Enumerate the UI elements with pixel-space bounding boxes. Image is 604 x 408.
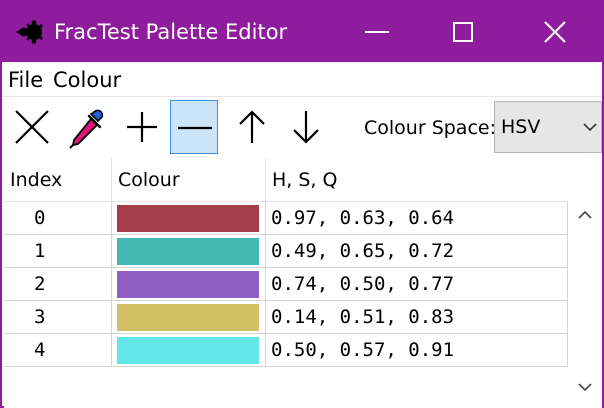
row-index: 4 (4, 334, 112, 367)
colour-space-label: Colour Space: (364, 117, 496, 139)
row-index: 2 (4, 268, 112, 301)
move-down-button[interactable] (282, 100, 330, 154)
plus-icon (127, 112, 157, 142)
close-icon (544, 21, 566, 43)
colour-cell[interactable] (112, 202, 266, 235)
colour-space-select[interactable]: HSV (494, 101, 602, 153)
menu-colour[interactable]: Colour (53, 66, 121, 94)
delete-icon (15, 110, 49, 144)
table-row[interactable]: 3 0.14, 0.51, 0.83 (4, 301, 568, 334)
colour-cell[interactable] (112, 235, 266, 268)
maximize-button[interactable] (418, 2, 508, 62)
colour-values[interactable]: 0.50, 0.57, 0.91 (266, 334, 568, 367)
close-button[interactable] (510, 2, 600, 62)
colour-swatch[interactable] (117, 238, 259, 265)
row-index: 0 (4, 202, 112, 235)
arrow-up-icon (239, 110, 265, 143)
delete-colour-button[interactable] (8, 100, 56, 154)
palette-table: Index Colour H, S, Q 0 0.97, 0.63, 0.64 … (4, 158, 602, 408)
chevron-down-icon[interactable] (578, 382, 592, 392)
table-row[interactable]: 1 0.49, 0.65, 0.72 (4, 235, 568, 268)
mandelbrot-icon (16, 20, 43, 44)
table-row[interactable]: 4 0.50, 0.57, 0.91 (4, 334, 568, 367)
menu-bar: File Colour (2, 62, 602, 96)
column-header-colour[interactable]: Colour (112, 158, 266, 202)
colour-cell[interactable] (112, 301, 266, 334)
table-header: Index Colour H, S, Q (4, 158, 568, 202)
colour-swatch[interactable] (117, 304, 259, 331)
table-row[interactable]: 0 0.97, 0.63, 0.64 (4, 202, 568, 235)
colour-cell[interactable] (112, 334, 266, 367)
remove-colour-button[interactable] (170, 100, 218, 154)
row-index: 3 (4, 301, 112, 334)
minus-icon (178, 126, 212, 130)
minimize-button[interactable] (332, 2, 422, 62)
column-header-index[interactable]: Index (4, 158, 112, 202)
colour-swatch[interactable] (117, 337, 259, 364)
eyedropper-icon (69, 109, 104, 149)
toolbar: Colour Space: HSV (2, 96, 602, 158)
colour-values[interactable]: 0.49, 0.65, 0.72 (266, 235, 568, 268)
eyedropper-button[interactable] (62, 100, 110, 154)
table-row[interactable]: 2 0.74, 0.50, 0.77 (4, 268, 568, 301)
column-header-values[interactable]: H, S, Q (266, 158, 568, 202)
maximize-icon (453, 22, 473, 42)
colour-values[interactable]: 0.74, 0.50, 0.77 (266, 268, 568, 301)
title-bar[interactable]: FracTest Palette Editor (2, 2, 602, 62)
colour-swatch[interactable] (117, 205, 259, 232)
arrow-down-icon (293, 111, 319, 144)
palette-editor-window: FracTest Palette Editor File Colour Colo… (0, 0, 604, 408)
colour-values[interactable]: 0.14, 0.51, 0.83 (266, 301, 568, 334)
colour-space-value: HSV (501, 116, 541, 138)
row-index: 1 (4, 235, 112, 268)
add-colour-button[interactable] (118, 100, 166, 154)
vertical-scrollbar[interactable] (568, 158, 602, 408)
window-title: FracTest Palette Editor (54, 20, 288, 44)
colour-values[interactable]: 0.97, 0.63, 0.64 (266, 202, 568, 235)
chevron-up-icon[interactable] (578, 210, 592, 220)
menu-file[interactable]: File (8, 66, 43, 94)
move-up-button[interactable] (228, 100, 276, 154)
colour-cell[interactable] (112, 268, 266, 301)
colour-swatch[interactable] (117, 271, 259, 298)
minimize-icon (365, 31, 389, 33)
chevron-down-icon (583, 123, 597, 132)
